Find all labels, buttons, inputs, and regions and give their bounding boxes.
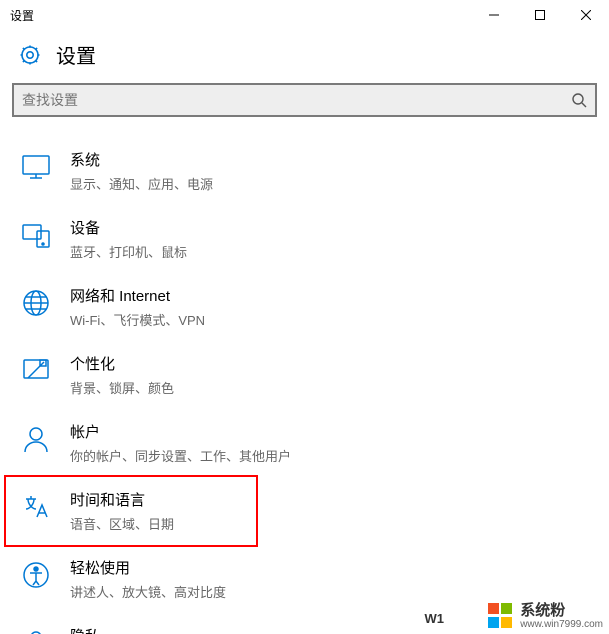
category-time-language[interactable]: 时间和语言 语音、区域、日期 [0,477,609,545]
watermark-prefix: W1 [425,611,445,626]
accessibility-icon [20,559,52,591]
account-icon [20,423,52,455]
category-label: 网络和 Internet [70,285,205,306]
search-icon [571,92,587,108]
gear-icon [18,43,42,67]
category-desc: 蓝牙、打印机、鼠标 [70,242,187,261]
category-desc: 语音、区域、日期 [70,514,174,533]
category-personalization[interactable]: 个性化 背景、锁屏、颜色 [0,341,609,409]
window-title: 设置 [10,7,471,24]
personalize-icon [20,355,52,387]
category-desc: 背景、锁屏、颜色 [70,378,174,397]
watermark-brand: 系统粉 [520,603,603,620]
titlebar: 设置 [0,0,609,30]
close-button[interactable] [563,0,609,30]
maximize-button[interactable] [517,0,563,30]
category-desc: 讲述人、放大镜、高对比度 [70,582,226,601]
category-label: 设备 [70,217,187,238]
category-devices[interactable]: 设备 蓝牙、打印机、鼠标 [0,205,609,273]
category-accounts[interactable]: 帐户 你的帐户、同步设置、工作、其他用户 [0,409,609,477]
page-title: 设置 [56,40,96,69]
category-system[interactable]: 系统 显示、通知、应用、电源 [0,137,609,205]
category-label: 帐户 [70,421,291,442]
watermark: 系统粉 www.win7999.com [488,603,603,631]
category-label: 个性化 [70,353,174,374]
globe-icon [20,287,52,319]
category-desc: 显示、通知、应用、电源 [70,174,213,193]
search-input[interactable] [22,92,559,108]
category-desc: 你的帐户、同步设置、工作、其他用户 [70,446,291,465]
settings-list: 系统 显示、通知、应用、电源 设备 蓝牙、打印机、鼠标 网络和 Internet… [0,137,609,634]
header: 设置 [0,30,609,83]
category-label: 隐私 [70,625,135,634]
category-desc: Wi-Fi、飞行模式、VPN [70,310,205,329]
minimize-button[interactable] [471,0,517,30]
search-box[interactable] [12,83,597,117]
watermark-url: www.win7999.com [520,619,603,630]
category-network[interactable]: 网络和 Internet Wi-Fi、飞行模式、VPN [0,273,609,341]
category-label: 系统 [70,149,213,170]
lock-icon [20,627,52,634]
devices-icon [20,219,52,251]
window-controls [471,0,609,30]
category-label: 轻松使用 [70,557,226,578]
language-icon [20,491,52,523]
category-label: 时间和语言 [70,489,174,510]
display-icon [20,151,52,183]
windows-logo-icon [488,603,514,629]
